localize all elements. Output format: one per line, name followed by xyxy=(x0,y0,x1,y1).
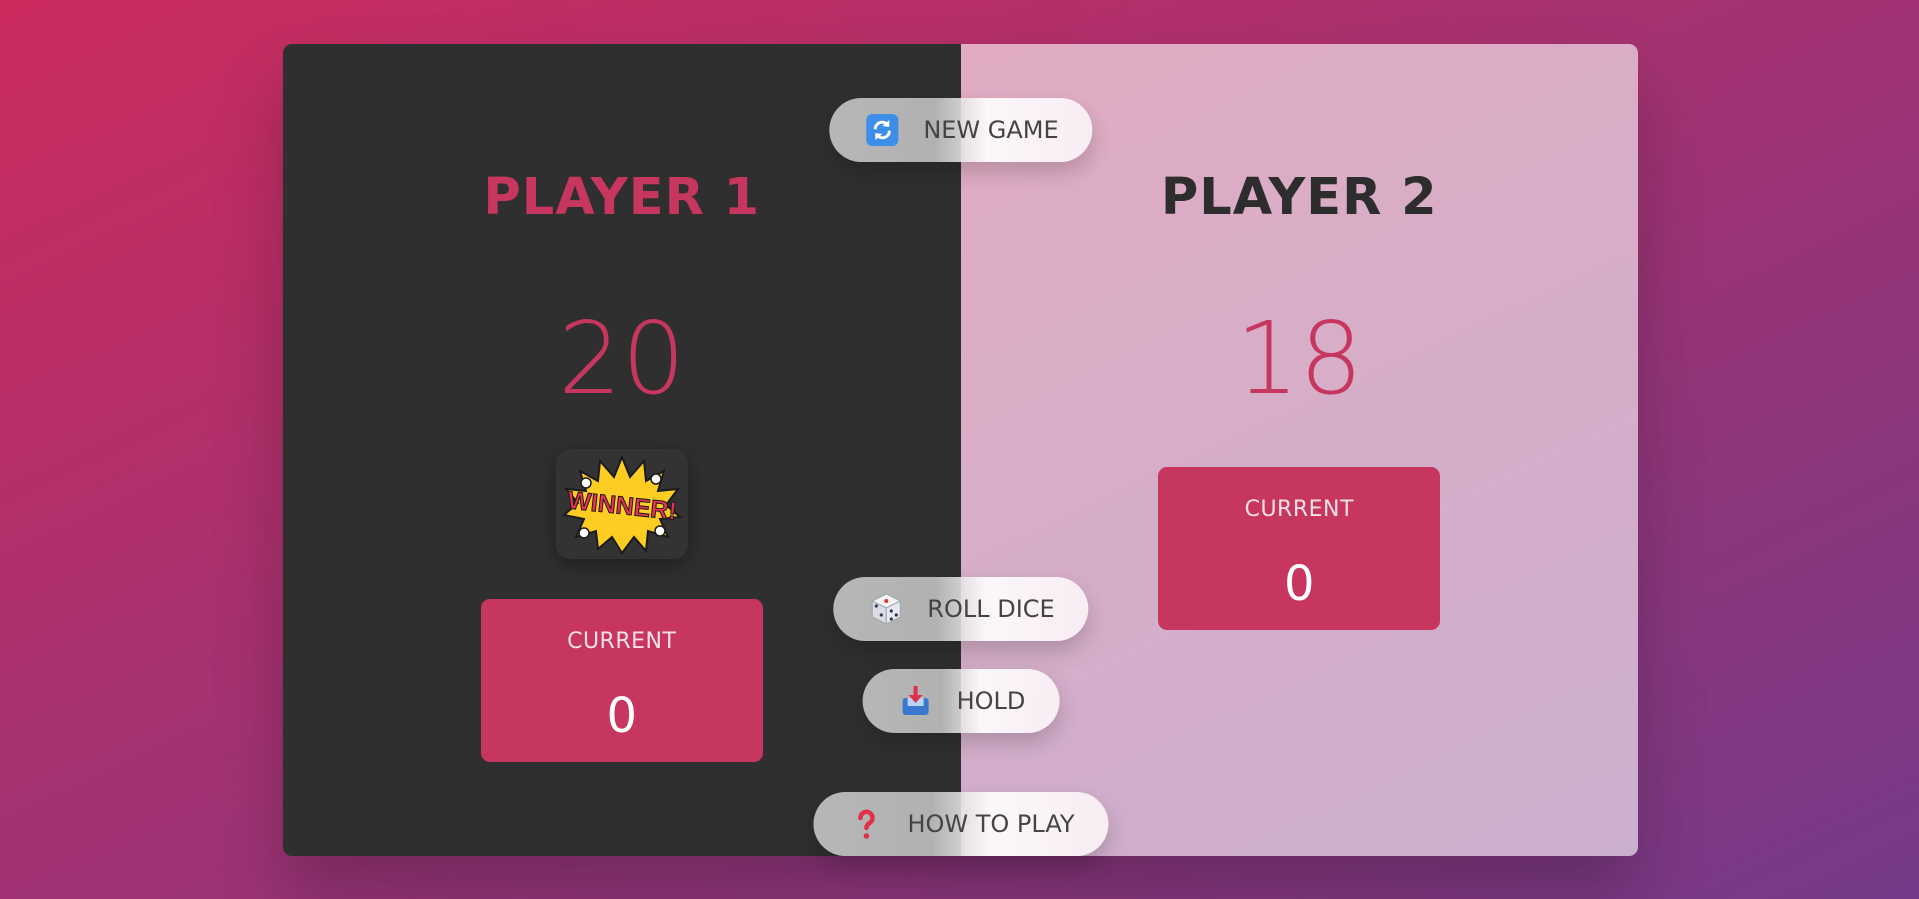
how-to-play-button[interactable]: How to play xyxy=(813,792,1109,856)
winner-burst-icon: WINNER! xyxy=(561,454,683,556)
player-1-current-label: Current xyxy=(567,629,677,655)
player-1-current-score: 0 xyxy=(606,688,638,745)
how-to-play-label: How to play xyxy=(907,810,1075,838)
player-1-name: Player 1 xyxy=(483,168,761,227)
inbox-tray-icon xyxy=(899,684,933,718)
hold-button[interactable]: Hold xyxy=(862,669,1060,733)
new-game-button[interactable]: New game xyxy=(829,98,1093,162)
winner-badge: WINNER! xyxy=(555,449,688,560)
player-1-current-box: Current 0 xyxy=(480,599,763,763)
player-2-current-box: Current 0 xyxy=(1158,467,1441,631)
player-2-total-score: 18 xyxy=(1235,300,1363,418)
new-game-label: New game xyxy=(923,116,1059,144)
game-board: Player 1 20 WINNER! Current 0 Player 2 1… xyxy=(283,44,1638,856)
player-1-panel: Player 1 20 WINNER! Current 0 xyxy=(283,44,961,856)
player-2-current-score: 0 xyxy=(1283,556,1315,613)
dice-icon xyxy=(869,592,903,626)
player-2-current-label: Current xyxy=(1244,497,1354,523)
player-1-total-score: 20 xyxy=(558,300,686,418)
refresh-icon xyxy=(865,113,899,147)
roll-dice-button[interactable]: Roll dice xyxy=(833,577,1089,641)
question-mark-icon xyxy=(849,807,883,841)
player-2-panel: Player 2 18 Current 0 xyxy=(960,44,1638,856)
hold-label: Hold xyxy=(956,687,1026,715)
roll-dice-label: Roll dice xyxy=(927,595,1055,623)
player-2-name: Player 2 xyxy=(1160,168,1438,227)
